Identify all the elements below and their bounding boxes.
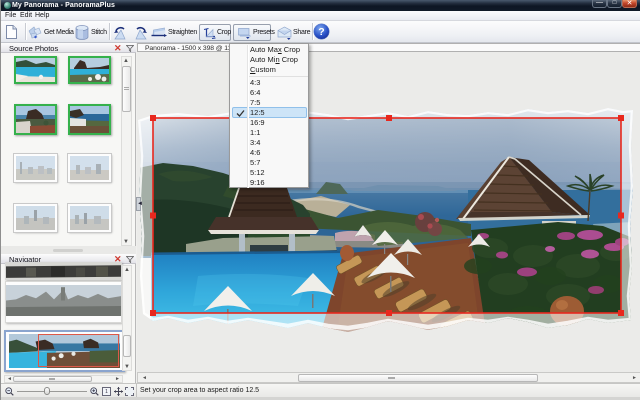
svg-text:?: ? xyxy=(318,26,324,38)
